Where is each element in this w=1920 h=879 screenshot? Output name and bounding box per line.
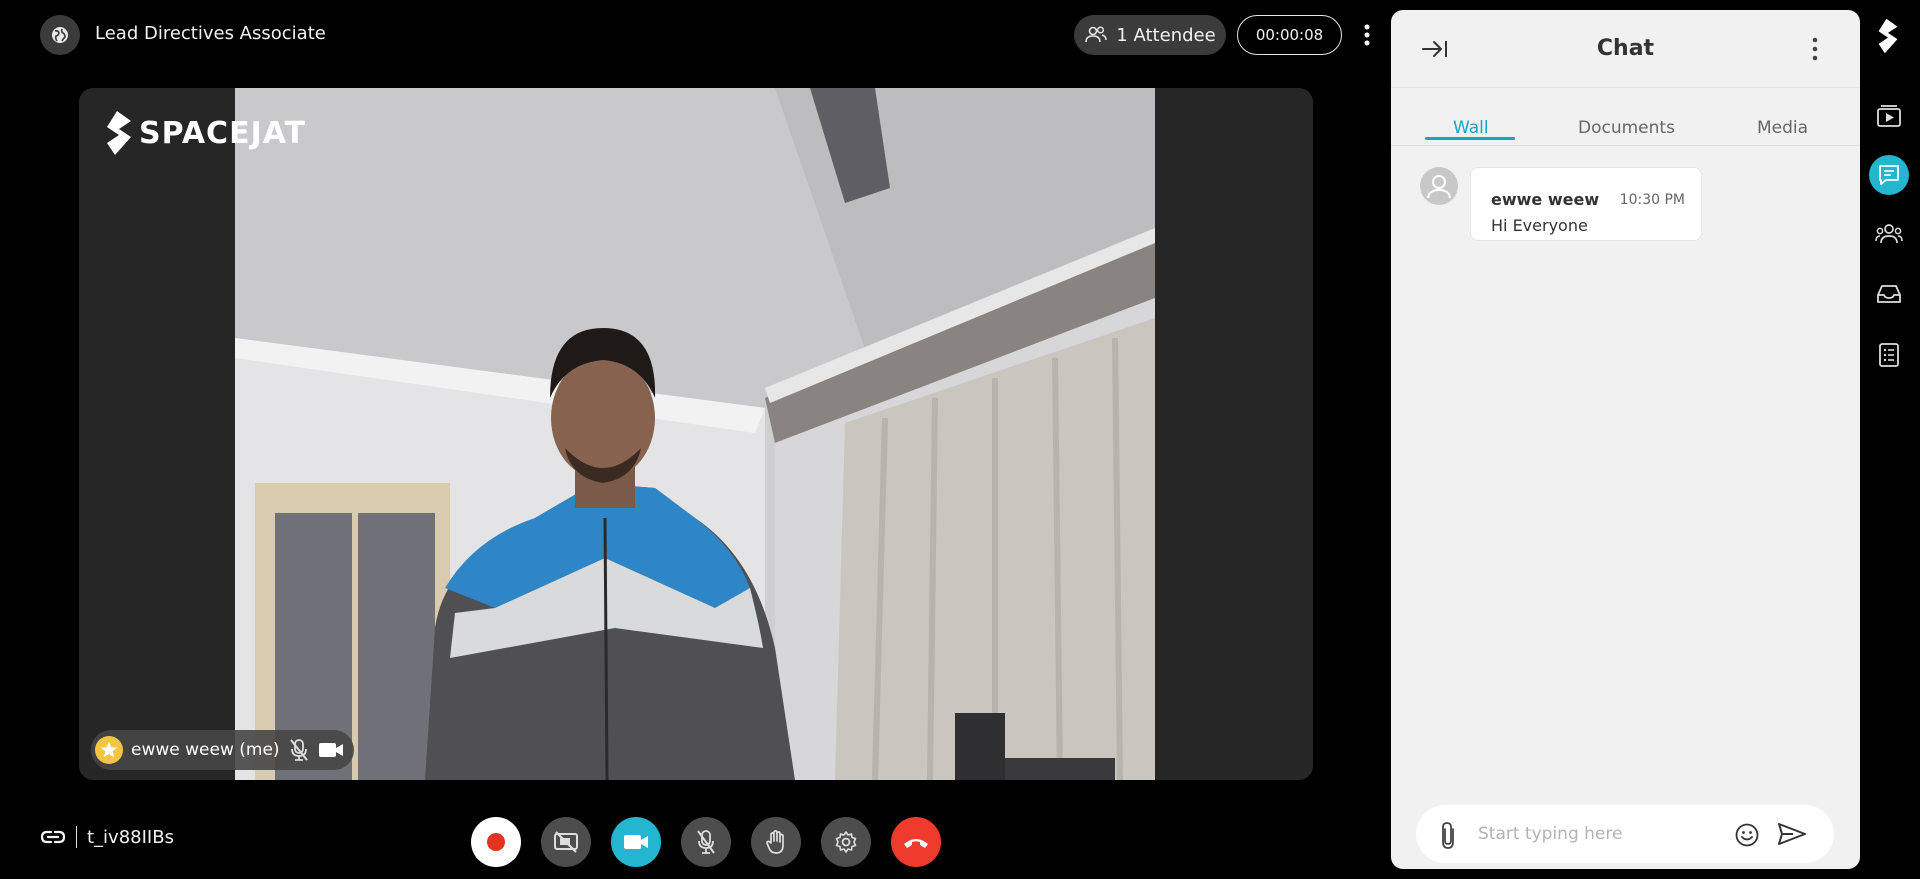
end-call-button[interactable] <box>891 817 941 867</box>
chat-more-button[interactable] <box>1812 36 1818 66</box>
chat-message: ewwe weew 10:30 PM Hi Everyone <box>1470 167 1702 241</box>
screen-share-off-button[interactable] <box>541 817 591 867</box>
rail-participants[interactable] <box>1869 214 1909 254</box>
people-icon <box>1875 224 1903 244</box>
message-time: 10:30 PM <box>1619 192 1685 208</box>
user-avatar-icon <box>1427 175 1451 199</box>
chat-header: Chat <box>1391 10 1860 88</box>
meeting-code: t_iv88IIBs <box>87 826 174 848</box>
send-icon <box>1778 823 1806 845</box>
chat-message-input[interactable] <box>1478 819 1728 849</box>
phone-hangup-icon <box>904 839 928 848</box>
hand-icon <box>766 830 784 854</box>
video-camera-icon <box>318 743 343 757</box>
chat-composer <box>1416 805 1834 863</box>
emoji-icon <box>1735 823 1759 847</box>
more-vertical-icon <box>1364 24 1370 46</box>
record-button[interactable] <box>471 817 521 867</box>
chat-title: Chat <box>1596 36 1655 61</box>
link-icon <box>40 830 66 844</box>
microphone-button[interactable] <box>681 817 731 867</box>
meeting-link[interactable]: t_iv88IIBs <box>40 826 174 848</box>
brand-mark <box>1877 18 1899 58</box>
brand-logo: SPACEJAT <box>105 111 306 155</box>
paperclip-icon <box>1442 822 1454 849</box>
record-icon <box>487 833 505 851</box>
participant-name-tag: ewwe weew (me) <box>91 730 354 770</box>
mic-off-icon <box>289 739 308 761</box>
tab-wall[interactable]: Wall <box>1453 118 1489 138</box>
host-star-icon <box>95 736 123 764</box>
raise-hand-button[interactable] <box>751 817 801 867</box>
more-options-button[interactable] <box>1356 18 1378 52</box>
avatar <box>1420 167 1458 205</box>
globe-button[interactable] <box>40 15 80 55</box>
chat-icon <box>1879 165 1899 185</box>
link-separator <box>76 826 77 848</box>
video-camera-icon <box>624 835 648 849</box>
emoji-button[interactable] <box>1734 822 1760 852</box>
camera-button[interactable] <box>611 817 661 867</box>
video-stage: SPACEJAT ewwe weew (me) <box>79 88 1313 780</box>
rail-inbox[interactable] <box>1869 274 1909 314</box>
message-text: Hi Everyone <box>1491 216 1588 235</box>
spacejat-logo-icon <box>1878 18 1898 54</box>
people-icon <box>1085 26 1108 43</box>
inbox-icon <box>1877 285 1901 303</box>
mic-off-icon <box>697 830 715 854</box>
rail-chat[interactable] <box>1869 155 1909 195</box>
more-vertical-icon <box>1812 37 1818 61</box>
attendee-count-button[interactable]: 1 Attendee <box>1074 15 1226 55</box>
attach-button[interactable] <box>1440 820 1458 854</box>
active-tab-indicator <box>1425 137 1515 140</box>
camera-feed-image <box>235 88 1155 780</box>
tab-documents[interactable]: Documents <box>1578 118 1675 138</box>
meeting-title: Lead Directives Associate <box>95 23 326 44</box>
gear-icon <box>835 831 857 853</box>
attendee-count-label: 1 Attendee <box>1116 24 1216 46</box>
chat-panel: Chat Wall Documents Media ewwe weew 10:3… <box>1391 10 1860 869</box>
list-icon <box>1879 343 1899 367</box>
play-window-icon <box>1877 105 1901 127</box>
message-author: ewwe weew <box>1491 190 1600 209</box>
screen-share-off-icon <box>554 831 578 853</box>
rail-notes[interactable] <box>1869 335 1909 375</box>
send-button[interactable] <box>1777 822 1807 850</box>
globe-icon <box>52 27 68 43</box>
brand-logo-text: SPACEJAT <box>139 115 307 151</box>
rail-media-player[interactable] <box>1869 96 1909 136</box>
participant-name: ewwe weew (me) <box>131 740 280 760</box>
meeting-app: Lead Directives Associate 1 Attendee 00:… <box>0 0 1920 879</box>
settings-button[interactable] <box>821 817 871 867</box>
spacejat-logo-icon <box>107 111 131 155</box>
tab-media[interactable]: Media <box>1757 118 1808 138</box>
participant-video[interactable] <box>235 88 1155 780</box>
call-timer: 00:00:08 <box>1237 15 1342 55</box>
